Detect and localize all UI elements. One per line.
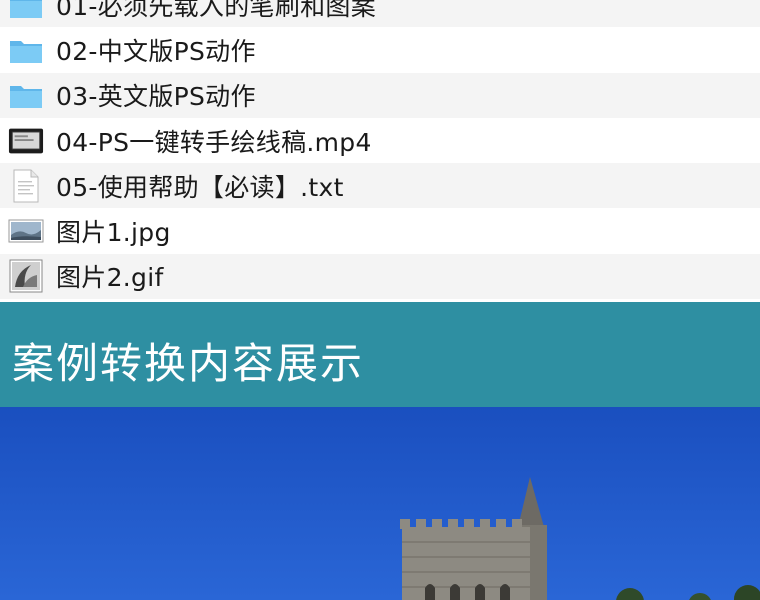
file-name: 02-中文版PS动作 [56,36,256,66]
file-name: 01-必须先载入的笔刷和图案 [56,0,377,21]
file-name: 04-PS一键转手绘线稿.mp4 [56,127,372,157]
folder-icon [8,79,44,111]
folder-icon [8,34,44,66]
file-row[interactable]: 04-PS一键转手绘线稿.mp4 [0,117,760,164]
file-name: 图片2.gif [56,263,164,293]
file-row[interactable]: 图片2.gif [0,253,760,300]
section-banner: 案例转换内容展示 [0,302,760,407]
file-row[interactable]: 05-使用帮助【必读】.txt [0,163,760,209]
file-name: 05-使用帮助【必读】.txt [56,172,344,202]
castle-illustration [0,407,760,600]
folder-icon [8,0,44,21]
video-file-icon [8,125,44,157]
text-file-icon [8,169,44,203]
file-name: 图片1.jpg [56,218,171,248]
file-row[interactable]: 02-中文版PS动作 [0,27,760,73]
image-file-icon [8,259,44,293]
file-row[interactable]: 03-英文版PS动作 [0,72,760,118]
banner-title: 案例转换内容展示 [12,339,365,388]
file-row[interactable]: 图片1.jpg [0,208,760,254]
file-row[interactable]: 01-必须先载入的笔刷和图案 [0,0,760,28]
file-name: 03-英文版PS动作 [56,82,256,112]
file-list: 01-必须先载入的笔刷和图案 02-中文版PS动作 03-英文版PS动作 04-… [0,0,760,300]
castle-photo [0,407,760,600]
image-file-icon [8,215,44,247]
